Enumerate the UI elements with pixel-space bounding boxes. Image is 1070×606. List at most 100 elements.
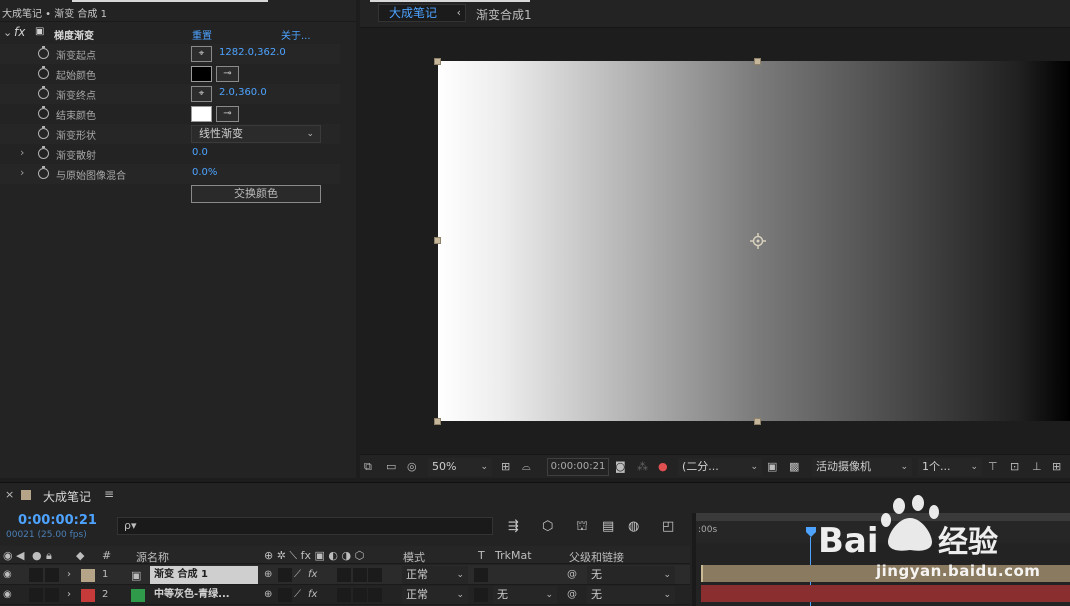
timeline-comp-name[interactable]: 大成笔记 — [43, 488, 91, 505]
stopwatch-icon[interactable] — [38, 126, 49, 139]
chevron-right-icon[interactable]: › — [67, 589, 71, 600]
stopwatch-icon[interactable] — [38, 106, 49, 119]
motion-blur-switch[interactable] — [353, 568, 367, 582]
monitor-icon[interactable]: ▭ — [386, 460, 396, 473]
motion-blur-switch[interactable] — [353, 588, 367, 602]
reset-link[interactable]: 重置 — [192, 27, 212, 42]
stopwatch-icon[interactable] — [38, 146, 49, 159]
collapse-switch[interactable] — [278, 568, 292, 582]
close-icon[interactable]: × — [5, 488, 14, 501]
solo-icon[interactable]: ● — [32, 549, 42, 562]
layer-name[interactable]: 渐变 合成 1 — [150, 566, 258, 584]
label-tag-icon[interactable]: ◆ — [76, 549, 84, 562]
adjustment-switch[interactable] — [368, 588, 382, 602]
effect-controls-tab[interactable]: 大成笔记 • 渐变 合成 1 — [0, 0, 356, 22]
viewer-timecode[interactable]: 0:00:00:21 — [547, 458, 609, 476]
column-mode[interactable]: 模式 — [403, 549, 425, 565]
adjustment-switch[interactable] — [368, 568, 382, 582]
ramp-shape-select[interactable]: 线性渐变 ⌄ — [191, 125, 321, 143]
camera-select[interactable]: 活动摄像机 ⌄ — [812, 458, 912, 476]
channel-icon[interactable]: ● — [658, 460, 668, 473]
layer-search-input[interactable]: ρ▾ — [117, 517, 493, 535]
chevron-right-icon[interactable]: › — [20, 166, 24, 179]
layer-label-color[interactable] — [81, 589, 95, 602]
always-preview-icon[interactable]: ⧉ — [364, 460, 372, 474]
layer-handle[interactable] — [754, 418, 761, 425]
eyedropper-icon[interactable]: ⊸ — [216, 106, 239, 122]
layer-row-1[interactable]: ◉ › 1 ▣ 渐变 合成 1 ⊕ ⟋ fx 正常 ⌄ @ 无 ⌄ — [0, 565, 690, 585]
ramp-scatter-value[interactable]: 0.0 — [192, 147, 208, 158]
mask-icon[interactable]: ◎ — [407, 460, 417, 473]
stopwatch-icon[interactable] — [38, 166, 49, 179]
layer-label-color[interactable] — [81, 569, 95, 582]
column-parent[interactable]: 父级和链接 — [569, 549, 624, 565]
start-color-swatch[interactable] — [191, 66, 212, 82]
lock-toggle[interactable] — [45, 588, 59, 602]
frame-blending-icon[interactable]: ▤ — [602, 519, 614, 534]
graph-editor-icon[interactable]: ◰ — [662, 519, 674, 534]
transparency-grid-icon[interactable]: ▩ — [789, 460, 799, 473]
blend-value[interactable]: 0.0% — [192, 167, 217, 178]
shy-switch-icon[interactable]: ⊕ — [264, 569, 272, 580]
audio-icon[interactable]: ◀ — [16, 549, 24, 562]
column-source-name[interactable]: 源名称 — [136, 549, 169, 565]
flowchart-icon[interactable]: ⊥ — [1032, 460, 1042, 473]
quality-switch-icon[interactable]: ⟋ — [294, 569, 301, 580]
timeline-icon[interactable]: ⊞ — [1052, 460, 1061, 473]
lock-icon[interactable]: 🔒︎ — [46, 549, 52, 563]
shy-switch-icon[interactable]: ⊕ — [264, 589, 272, 600]
current-time[interactable]: 0:00:00:21 — [18, 513, 97, 528]
end-point-value[interactable]: 2.0,360.0 — [219, 87, 267, 98]
tab-active-comp[interactable]: 大成笔记 ‹ — [378, 4, 466, 22]
layer-2-duration-bar[interactable] — [701, 585, 1070, 602]
layer-handle[interactable] — [434, 58, 441, 65]
region-icon[interactable]: ⌓ — [522, 460, 531, 474]
solo-toggle[interactable] — [29, 568, 43, 582]
layer-handle[interactable] — [434, 418, 441, 425]
stopwatch-icon[interactable] — [38, 66, 49, 79]
preserve-transparency-toggle[interactable] — [474, 568, 488, 582]
blend-mode-select[interactable]: 正常 ⌄ — [402, 566, 468, 584]
shy-icon[interactable]: ⛫ — [576, 519, 588, 536]
resolution-select[interactable]: (二分... ⌄ — [678, 458, 762, 476]
anchor-point-icon[interactable] — [750, 233, 766, 249]
comp-mini-flowchart-icon[interactable]: ⇶ — [508, 519, 519, 534]
lock-toggle[interactable] — [45, 568, 59, 582]
eyedropper-icon[interactable]: ⊸ — [216, 66, 239, 82]
start-point-value[interactable]: 1282.0,362.0 — [219, 47, 286, 58]
eye-icon[interactable]: ◉ — [3, 549, 13, 562]
stopwatch-icon[interactable] — [38, 86, 49, 99]
toggle-pixel-icon[interactable]: ⊤ — [988, 460, 998, 473]
pick-whip-icon[interactable]: @ — [567, 569, 577, 580]
layer-handle[interactable] — [754, 58, 761, 65]
chevron-left-icon[interactable]: ‹ — [457, 5, 461, 21]
pick-whip-icon[interactable]: @ — [567, 589, 577, 600]
collapse-switch[interactable] — [278, 588, 292, 602]
swap-colors-button[interactable]: 交换颜色 — [191, 185, 321, 203]
fx-icon[interactable]: fx — [14, 25, 25, 39]
quality-switch-icon[interactable]: ⟋ — [294, 589, 301, 600]
fx-icon[interactable]: fx — [308, 589, 317, 600]
layer-row-2[interactable]: ◉ › 2 中等灰色-青绿... ⊕ ⟋ fx 正常 ⌄ 无 ⌄ @ 无 ⌄ — [0, 585, 690, 605]
eye-icon[interactable]: ◉ — [3, 589, 12, 600]
about-link[interactable]: 关于... — [281, 27, 311, 42]
layer-name[interactable]: 中等灰色-青绿... — [150, 586, 258, 604]
crosshair-icon[interactable]: ⌖ — [191, 46, 212, 62]
chevron-right-icon[interactable]: › — [67, 569, 71, 580]
stopwatch-icon[interactable] — [38, 46, 49, 59]
trkmat-select[interactable]: 无 ⌄ — [493, 586, 557, 604]
panel-menu-icon[interactable]: ≡ — [104, 487, 114, 501]
crosshair-icon[interactable]: ⌖ — [191, 86, 212, 102]
frame-blend-switch[interactable] — [337, 568, 351, 582]
solo-toggle[interactable] — [29, 588, 43, 602]
fast-preview-icon[interactable]: ▣ — [767, 460, 777, 473]
chevron-right-icon[interactable]: › — [20, 146, 24, 159]
chevron-down-icon[interactable]: ⌄ — [3, 26, 12, 39]
frame-blend-switch[interactable] — [337, 588, 351, 602]
motion-blur-icon[interactable]: ◍ — [628, 519, 639, 534]
eye-icon[interactable]: ◉ — [3, 569, 12, 580]
preserve-transparency-toggle[interactable] — [474, 588, 488, 602]
end-color-swatch[interactable] — [191, 106, 212, 122]
reset-exposure-icon[interactable]: ⊡ — [1010, 460, 1019, 473]
playhead-icon[interactable] — [806, 527, 816, 537]
